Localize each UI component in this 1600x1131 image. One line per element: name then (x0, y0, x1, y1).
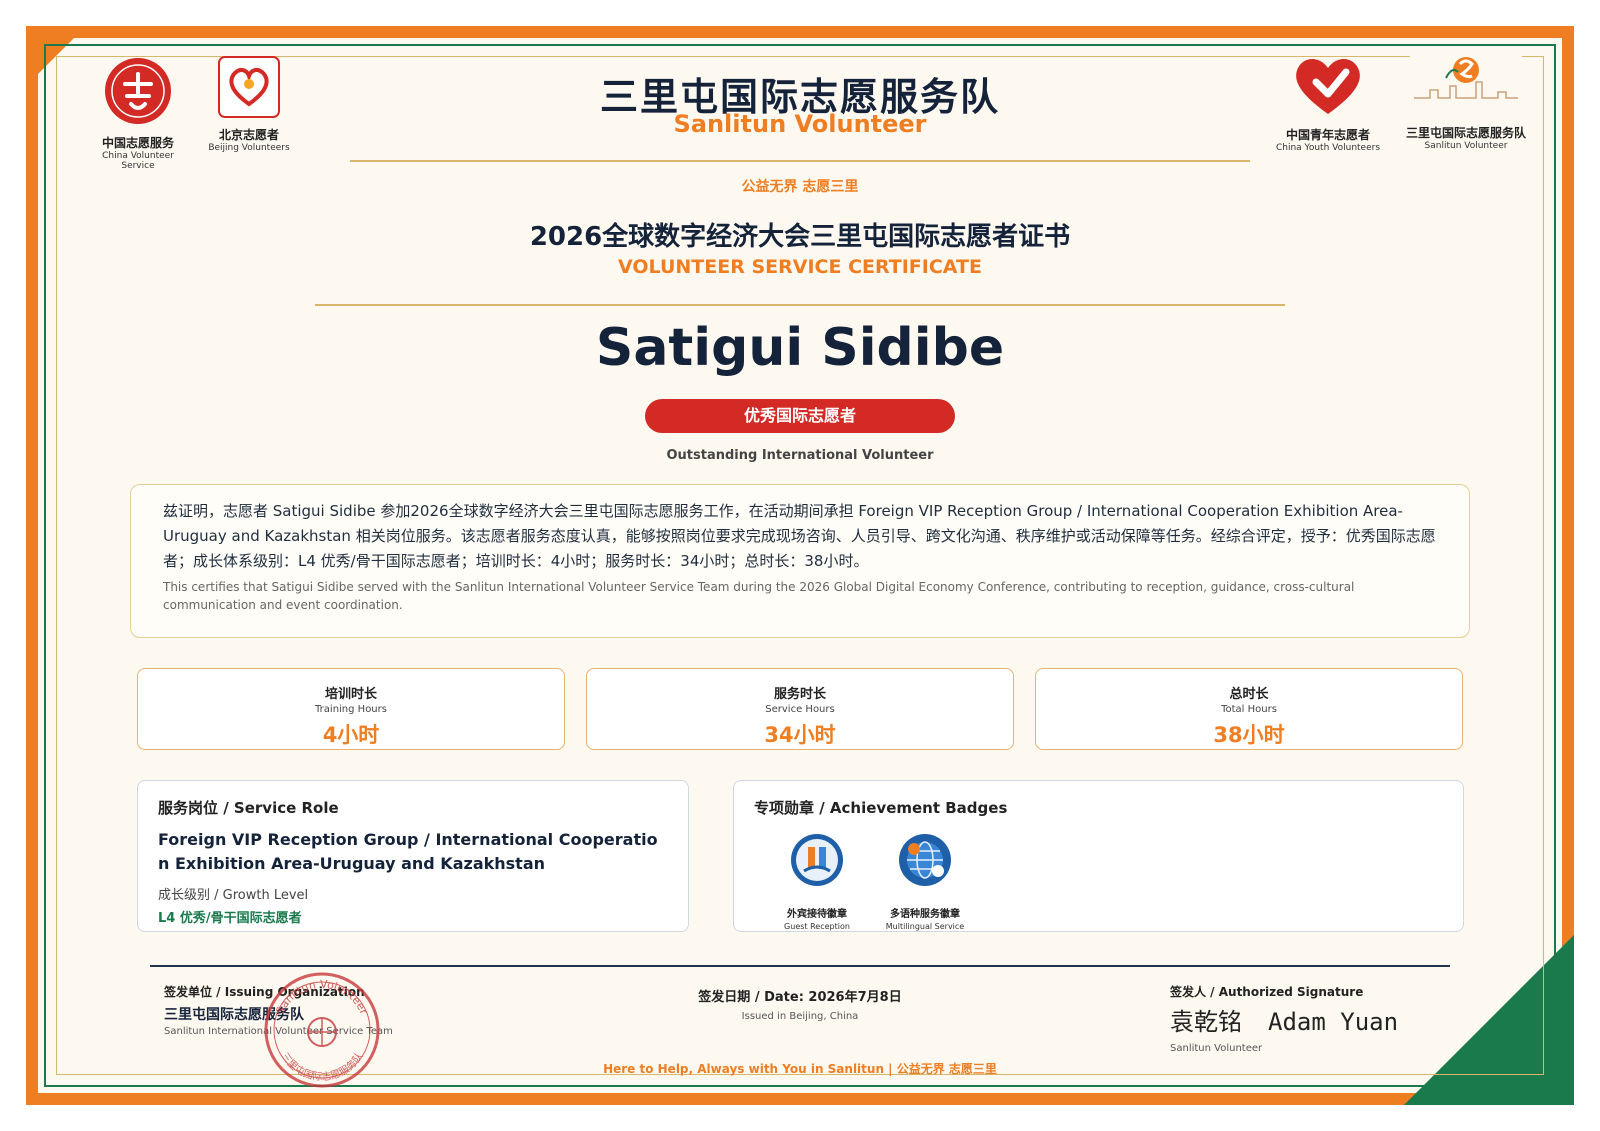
hours-value: 4小时 (322, 723, 380, 747)
hours-value: 34小时 (764, 723, 836, 747)
growth-level-value: L4 优秀/骨干国际志愿者 (158, 911, 302, 926)
hours-label-en: Training Hours (315, 704, 387, 715)
certification-statement: 兹证明，志愿者 Satigui Sidibe 参加2026全球数字经济大会三里屯… (130, 484, 1470, 638)
total-hours-card: 总时长 Total Hours 38小时 (1035, 668, 1463, 750)
hours-label-en: Service Hours (765, 704, 835, 715)
footer-tagline: Here to Help, Always with You in Sanlitu… (603, 1062, 997, 1076)
honor-badge: 优秀国际志愿者 (645, 399, 955, 433)
title-divider (315, 304, 1285, 306)
recipient-name: Satigui Sidibe (595, 318, 1005, 378)
badge-name-cn: 多语种服务徽章 (890, 909, 960, 920)
authorized-signature-block: 签发人 / Authorized Signature 袁乾铭 Adam Yuan … (1170, 983, 1470, 1054)
signature-cn: 袁乾铭 (1170, 1008, 1242, 1036)
signature-en: Adam Yuan (1268, 1008, 1399, 1036)
hours-label-cn: 服务时长 (773, 687, 826, 702)
issue-place: Issued in Beijing, China (741, 1011, 859, 1022)
guest-reception-badge-icon (791, 834, 843, 886)
logo-caption-en: Sanlitun Volunteer (1424, 141, 1508, 151)
hours-label-cn: 培训时长 (324, 687, 377, 702)
service-hours-card: 服务时长 Service Hours 34小时 (586, 668, 1014, 750)
achievement-badges-panel: 专项勋章 / Achievement Badges 外宾接待徽章 Guest R… (733, 780, 1464, 932)
signer-label: 签发人 / Authorized Signature (1170, 985, 1364, 999)
service-role-value: Foreign VIP Reception Group / Internatio… (158, 830, 658, 873)
growth-level-label: 成长级别 / Growth Level (158, 888, 309, 903)
guest-reception-badge: 外宾接待徽章 Guest Reception (762, 833, 872, 931)
signer-title: Sanlitun Volunteer (1170, 1043, 1263, 1054)
logo-caption-en: China Youth Volunteers (1275, 143, 1381, 153)
certificate-title: 2026全球数字经济大会三里屯国际志愿者证书 (529, 222, 1071, 252)
issue-date-block: 签发日期 / Date: 2026年7月8日 Issued in Beijing… (600, 986, 1000, 1022)
hours-label-cn: 总时长 (1229, 687, 1269, 702)
achievement-badges-heading: 专项勋章 / Achievement Badges (754, 799, 1008, 817)
statement-text-en: This certifies that Satigui Sidibe serve… (163, 580, 1355, 612)
issue-date: 签发日期 / Date: 2026年7月8日 (698, 990, 902, 1005)
signature: 袁乾铭 Adam Yuan (1170, 1002, 1470, 1037)
hours-value: 38小时 (1213, 723, 1285, 747)
badge-name-en: Multilingual Service (885, 922, 965, 931)
service-role-heading: 服务岗位 / Service Role (158, 799, 339, 817)
header-divider (350, 160, 1250, 162)
slogan: 公益无界 志愿三里 (741, 179, 859, 195)
multilingual-service-badge: 多语种服务徽章 Multilingual Service (870, 833, 980, 931)
badge-name-cn: 外宾接待徽章 (787, 909, 847, 920)
multilingual-service-badge-icon (899, 834, 951, 886)
statement-text-cn: 兹证明，志愿者 Satigui Sidibe 参加2026全球数字经济大会三里屯… (163, 502, 1436, 570)
hours-label-en: Total Hours (1221, 704, 1277, 715)
logo-caption-en: China Volunteer Service (102, 151, 174, 171)
organization-subtitle: Sanlitun Volunteer (673, 110, 927, 138)
honor-title-en: Outstanding International Volunteer (666, 448, 934, 463)
service-role-panel: 服务岗位 / Service Role Foreign VIP Receptio… (137, 780, 689, 932)
logo-caption-en: Beijing Volunteers (208, 143, 290, 153)
training-hours-card: 培训时长 Training Hours 4小时 (137, 668, 565, 750)
certificate-subtitle: VOLUNTEER SERVICE CERTIFICATE (618, 256, 982, 278)
footer-divider (150, 965, 1450, 967)
badge-name-en: Guest Reception (784, 922, 850, 931)
